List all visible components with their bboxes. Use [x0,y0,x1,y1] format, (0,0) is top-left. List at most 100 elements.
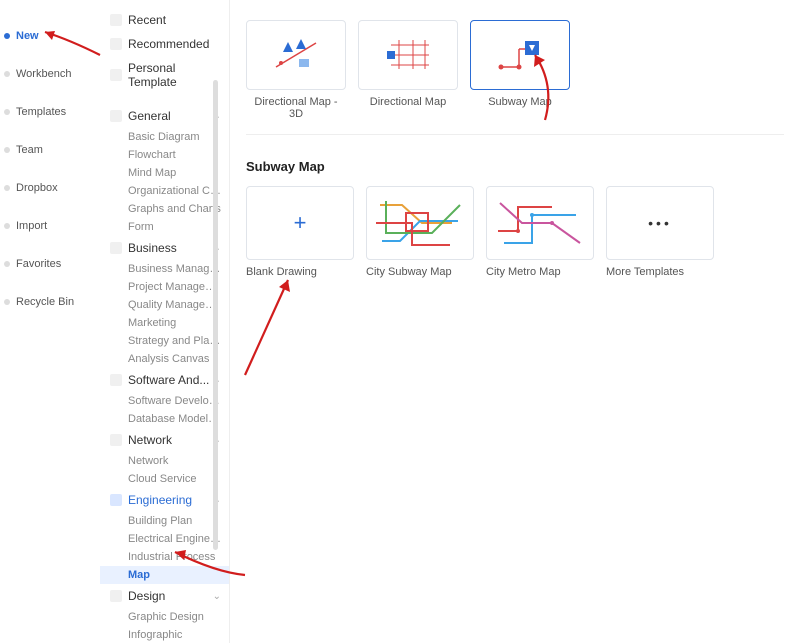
dot-icon [4,109,10,115]
sub-mind-map[interactable]: Mind Map [100,164,229,182]
tile-directional-3d[interactable]: Directional Map - 3D [246,20,346,120]
tile-thumb[interactable] [358,20,458,90]
sub-cloud[interactable]: Cloud Service [100,470,229,488]
clock-icon [110,14,122,26]
nav-recycle-bin[interactable]: Recycle Bin [0,290,100,314]
general-icon [110,110,122,122]
nav-label: Workbench [16,68,71,80]
nav-new[interactable]: New [0,24,100,48]
dot-icon [4,299,10,305]
nav-label: Dropbox [16,182,58,194]
sub-graphs-charts[interactable]: Graphs and Charts [100,200,229,218]
business-icon [110,242,122,254]
cat-recommended[interactable]: Recommended [100,32,229,56]
tpl-city-metro[interactable]: City Metro Map [486,186,594,278]
tile-thumb[interactable] [246,20,346,90]
cat-software[interactable]: Software And... ⌄ [100,368,229,392]
design-icon [110,590,122,602]
nav-dropbox[interactable]: Dropbox [0,176,100,200]
sub-form[interactable]: Form [100,218,229,236]
engineering-icon [110,494,122,506]
cat-business[interactable]: Business ⌄ [100,236,229,260]
tile-subway-map[interactable]: Subway Map [470,20,570,120]
tpl-city-subway[interactable]: City Subway Map [366,186,474,278]
cat-personal-template[interactable]: Personal Template [100,56,229,94]
sub-sw-dev[interactable]: Software Development [100,392,229,410]
nav-label: Templates [16,106,66,118]
scrollbar[interactable] [213,80,218,550]
sub-db-model[interactable]: Database Modeling [100,410,229,428]
sub-marketing[interactable]: Marketing [100,314,229,332]
cat-label: General [128,109,171,123]
template-row: + Blank Drawing City Subway Map [246,186,784,278]
dot-icon [4,147,10,153]
left-navigation: New Workbench Templates Team Dropbox Imp… [0,0,100,643]
tpl-label: More Templates [606,266,714,278]
cat-engineering[interactable]: Engineering ⌄ [100,488,229,512]
sub-basic-diagram[interactable]: Basic Diagram [100,128,229,146]
sub-infographic[interactable]: Infographic [100,626,229,643]
sub-flowchart[interactable]: Flowchart [100,146,229,164]
dot-icon [4,185,10,191]
dot-icon [4,261,10,267]
sub-strategy[interactable]: Strategy and Planning [100,332,229,350]
nav-team[interactable]: Team [0,138,100,162]
software-icon [110,374,122,386]
tpl-blank-drawing[interactable]: + Blank Drawing [246,186,354,278]
sub-proj-mgmt[interactable]: Project Management [100,278,229,296]
cat-design[interactable]: Design ⌄ [100,584,229,608]
nav-templates[interactable]: Templates [0,100,100,124]
tpl-thumb[interactable] [366,186,474,260]
sub-biz-mgmt[interactable]: Business Management [100,260,229,278]
network-icon [110,434,122,446]
subway-preview-icon [372,193,468,253]
tile-label: Directional Map [358,96,458,108]
cat-network[interactable]: Network ⌄ [100,428,229,452]
user-template-icon [110,69,122,81]
tile-directional-map[interactable]: Directional Map [358,20,458,120]
sub-qual-mgmt[interactable]: Quality Management [100,296,229,314]
tpl-more-templates[interactable]: ••• More Templates [606,186,714,278]
cat-label: Personal Template [128,61,221,89]
sub-graphic-design[interactable]: Graphic Design [100,608,229,626]
subway-map-icon [495,37,545,73]
cat-general[interactable]: General ⌄ [100,104,229,128]
tpl-thumb[interactable] [486,186,594,260]
nav-favorites[interactable]: Favorites [0,252,100,276]
nav-label: Favorites [16,258,61,270]
tpl-thumb[interactable]: ••• [606,186,714,260]
cat-label: Network [128,433,172,447]
nav-workbench[interactable]: Workbench [0,62,100,86]
nav-label: Recycle Bin [16,296,74,308]
tpl-thumb[interactable]: + [246,186,354,260]
nav-label: Team [16,144,43,156]
tpl-label: Blank Drawing [246,266,354,278]
dot-icon [4,71,10,77]
divider [246,134,784,135]
cat-label: Design [128,589,165,603]
cat-label: Recent [128,13,166,27]
nav-label: New [16,30,39,42]
nav-import[interactable]: Import [0,214,100,238]
plus-icon: + [294,210,307,236]
sub-analysis[interactable]: Analysis Canvas [100,350,229,368]
tpl-label: City Subway Map [366,266,474,278]
sub-map[interactable]: Map [100,566,229,584]
sub-network[interactable]: Network [100,452,229,470]
cat-label: Software And... [128,373,209,387]
tpl-label: City Metro Map [486,266,594,278]
tile-label: Subway Map [470,96,570,108]
more-icon: ••• [648,215,672,231]
tile-label: Directional Map - 3D [246,96,346,120]
category-tiles: Directional Map - 3D Directional Map [246,20,784,120]
directional-map-icon [383,37,433,73]
sub-industrial[interactable]: Industrial Process [100,548,229,566]
sub-building-plan[interactable]: Building Plan [100,512,229,530]
metro-preview-icon [492,193,588,253]
chevron-down-icon: ⌄ [213,591,221,602]
cat-recent[interactable]: Recent [100,8,229,32]
sub-org-chart[interactable]: Organizational Chart [100,182,229,200]
content-area: Directional Map - 3D Directional Map [230,0,800,643]
tile-thumb[interactable] [470,20,570,90]
sub-electrical[interactable]: Electrical Engineering [100,530,229,548]
